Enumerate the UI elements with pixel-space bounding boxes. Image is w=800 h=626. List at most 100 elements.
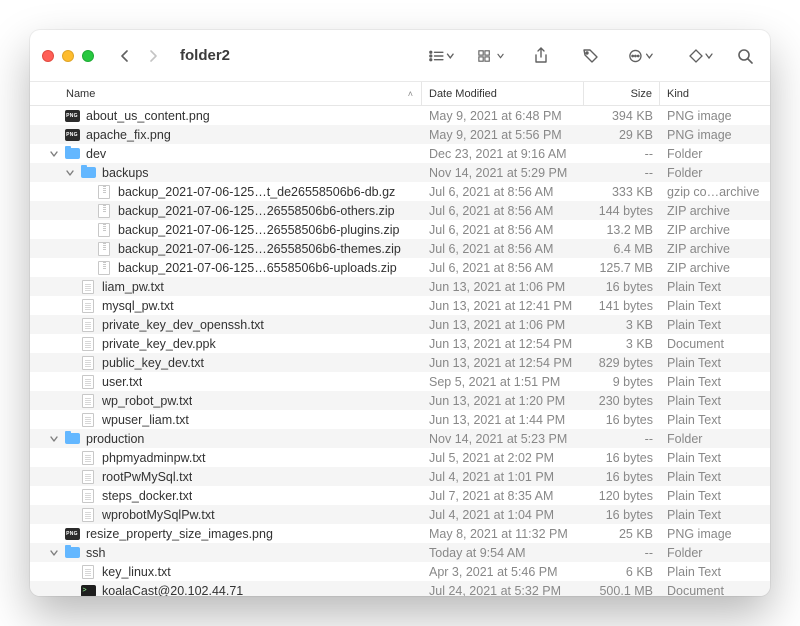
zip-icon (96, 184, 112, 200)
group-options-button[interactable] (478, 43, 504, 69)
file-kind: Plain Text (660, 413, 770, 427)
zip-icon (96, 260, 112, 276)
file-date: Jun 13, 2021 at 1:06 PM (422, 318, 584, 332)
png-icon: PNG (64, 108, 80, 124)
file-row[interactable]: private_key_dev.ppkJun 13, 2021 at 12:54… (30, 334, 770, 353)
file-row[interactable]: PNGresize_property_size_images.pngMay 8,… (30, 524, 770, 543)
zip-icon (96, 222, 112, 238)
file-kind: PNG image (660, 128, 770, 142)
file-date: Jul 6, 2021 at 8:56 AM (422, 223, 584, 237)
file-row[interactable]: wpuser_liam.txtJun 13, 2021 at 1:44 PM16… (30, 410, 770, 429)
file-name: private_key_dev_openssh.txt (102, 318, 264, 332)
file-date: Jun 13, 2021 at 1:06 PM (422, 280, 584, 294)
file-list: PNGabout_us_content.pngMay 9, 2021 at 6:… (30, 106, 770, 596)
file-name: koalaCast@20.102.44.71 (102, 584, 243, 597)
file-row[interactable]: key_linux.txtApr 3, 2021 at 5:46 PM6 KBP… (30, 562, 770, 581)
tags-button[interactable] (578, 43, 604, 69)
file-row[interactable]: mysql_pw.txtJun 13, 2021 at 12:41 PM141 … (30, 296, 770, 315)
file-row[interactable]: rootPwMySql.txtJul 4, 2021 at 1:01 PM16 … (30, 467, 770, 486)
page-icon (80, 317, 96, 333)
zoom-window-button[interactable] (82, 50, 94, 62)
file-row[interactable]: devDec 23, 2021 at 9:16 AM--Folder (30, 144, 770, 163)
file-kind: ZIP archive (660, 223, 770, 237)
window-title: folder2 (180, 47, 230, 64)
file-name: rootPwMySql.txt (102, 470, 192, 484)
file-kind: Folder (660, 166, 770, 180)
file-size: 120 bytes (584, 489, 660, 503)
disclosure-triangle[interactable] (50, 549, 64, 557)
finder-window: folder2 (30, 30, 770, 596)
file-name: backup_2021-07-06-125…26558506b6-themes.… (118, 242, 401, 256)
file-date: Jun 13, 2021 at 12:54 PM (422, 356, 584, 370)
file-date: May 9, 2021 at 5:56 PM (422, 128, 584, 142)
file-size: 16 bytes (584, 280, 660, 294)
sort-ascending-icon: ˄ (408, 89, 413, 99)
file-row[interactable]: PNGapache_fix.pngMay 9, 2021 at 5:56 PM2… (30, 125, 770, 144)
column-header-date[interactable]: Date Modified (422, 82, 584, 105)
minimize-window-button[interactable] (62, 50, 74, 62)
file-kind: Plain Text (660, 299, 770, 313)
file-kind: Document (660, 584, 770, 597)
file-size: 141 bytes (584, 299, 660, 313)
file-row[interactable]: backup_2021-07-06-125…6558506b6-uploads.… (30, 258, 770, 277)
file-kind: Folder (660, 546, 770, 560)
file-row[interactable]: backup_2021-07-06-125…26558506b6-themes.… (30, 239, 770, 258)
file-row[interactable]: user.txtSep 5, 2021 at 1:51 PM9 bytesPla… (30, 372, 770, 391)
file-name: apache_fix.png (86, 128, 171, 142)
file-date: Jul 4, 2021 at 1:04 PM (422, 508, 584, 522)
page-icon (80, 374, 96, 390)
file-name: phpmyadminpw.txt (102, 451, 206, 465)
action-menu-button[interactable] (628, 43, 654, 69)
column-header-name[interactable]: Name ˄ (30, 82, 422, 105)
file-date: Jul 4, 2021 at 1:01 PM (422, 470, 584, 484)
share-button[interactable] (528, 43, 554, 69)
file-date: May 8, 2021 at 11:32 PM (422, 527, 584, 541)
file-row[interactable]: backupsNov 14, 2021 at 5:29 PM--Folder (30, 163, 770, 182)
file-row[interactable]: liam_pw.txtJun 13, 2021 at 1:06 PM16 byt… (30, 277, 770, 296)
window-controls (42, 50, 94, 62)
file-row[interactable]: sshToday at 9:54 AM--Folder (30, 543, 770, 562)
page-icon (80, 412, 96, 428)
file-kind: PNG image (660, 527, 770, 541)
file-date: Nov 14, 2021 at 5:23 PM (422, 432, 584, 446)
view-options-button[interactable] (428, 43, 454, 69)
file-row[interactable]: private_key_dev_openssh.txt Jun 13, 2021 … (30, 315, 770, 334)
column-header-size[interactable]: Size (584, 82, 660, 105)
back-button[interactable] (112, 43, 138, 69)
file-date: Dec 23, 2021 at 9:16 AM (422, 147, 584, 161)
file-row[interactable]: backup_2021-07-06-125…t_de26558506b6-db.… (30, 182, 770, 201)
file-kind: Plain Text (660, 451, 770, 465)
forward-button[interactable] (140, 43, 166, 69)
term-icon (80, 583, 96, 597)
shelf-button[interactable] (688, 43, 714, 69)
file-row[interactable]: productionNov 14, 2021 at 5:23 PM--Folde… (30, 429, 770, 448)
file-row[interactable]: wprobotMySqlPw.txtJul 4, 2021 at 1:04 PM… (30, 505, 770, 524)
file-date: Jun 13, 2021 at 12:54 PM (422, 337, 584, 351)
file-row[interactable]: phpmyadminpw.txtJul 5, 2021 at 2:02 PM16… (30, 448, 770, 467)
file-date: Sep 5, 2021 at 1:51 PM (422, 375, 584, 389)
file-row[interactable]: public_key_dev.txtJun 13, 2021 at 12:54 … (30, 353, 770, 372)
file-row[interactable]: koalaCast@20.102.44.71Jul 24, 2021 at 5:… (30, 581, 770, 596)
file-row[interactable]: PNGabout_us_content.pngMay 9, 2021 at 6:… (30, 106, 770, 125)
file-date: Nov 14, 2021 at 5:29 PM (422, 166, 584, 180)
file-kind: PNG image (660, 109, 770, 123)
file-row[interactable]: backup_2021-07-06-125…26558506b6-others.… (30, 201, 770, 220)
file-size: 29 KB (584, 128, 660, 142)
file-row[interactable]: wp_robot_pw.txtJun 13, 2021 at 1:20 PM23… (30, 391, 770, 410)
file-size: 829 bytes (584, 356, 660, 370)
file-row[interactable]: steps_docker.txtJul 7, 2021 at 8:35 AM12… (30, 486, 770, 505)
disclosure-triangle[interactable] (50, 150, 64, 158)
file-row[interactable]: backup_2021-07-06-125…26558506b6-plugins… (30, 220, 770, 239)
close-window-button[interactable] (42, 50, 54, 62)
file-size: 16 bytes (584, 451, 660, 465)
file-size: 16 bytes (584, 508, 660, 522)
disclosure-triangle[interactable] (66, 169, 80, 177)
file-kind: Plain Text (660, 489, 770, 503)
file-date: Today at 9:54 AM (422, 546, 584, 560)
column-header-kind[interactable]: Kind (660, 82, 770, 105)
page-icon (80, 279, 96, 295)
disclosure-triangle[interactable] (50, 435, 64, 443)
search-button[interactable] (732, 43, 758, 69)
file-kind: Plain Text (660, 470, 770, 484)
file-date: Jun 13, 2021 at 1:20 PM (422, 394, 584, 408)
